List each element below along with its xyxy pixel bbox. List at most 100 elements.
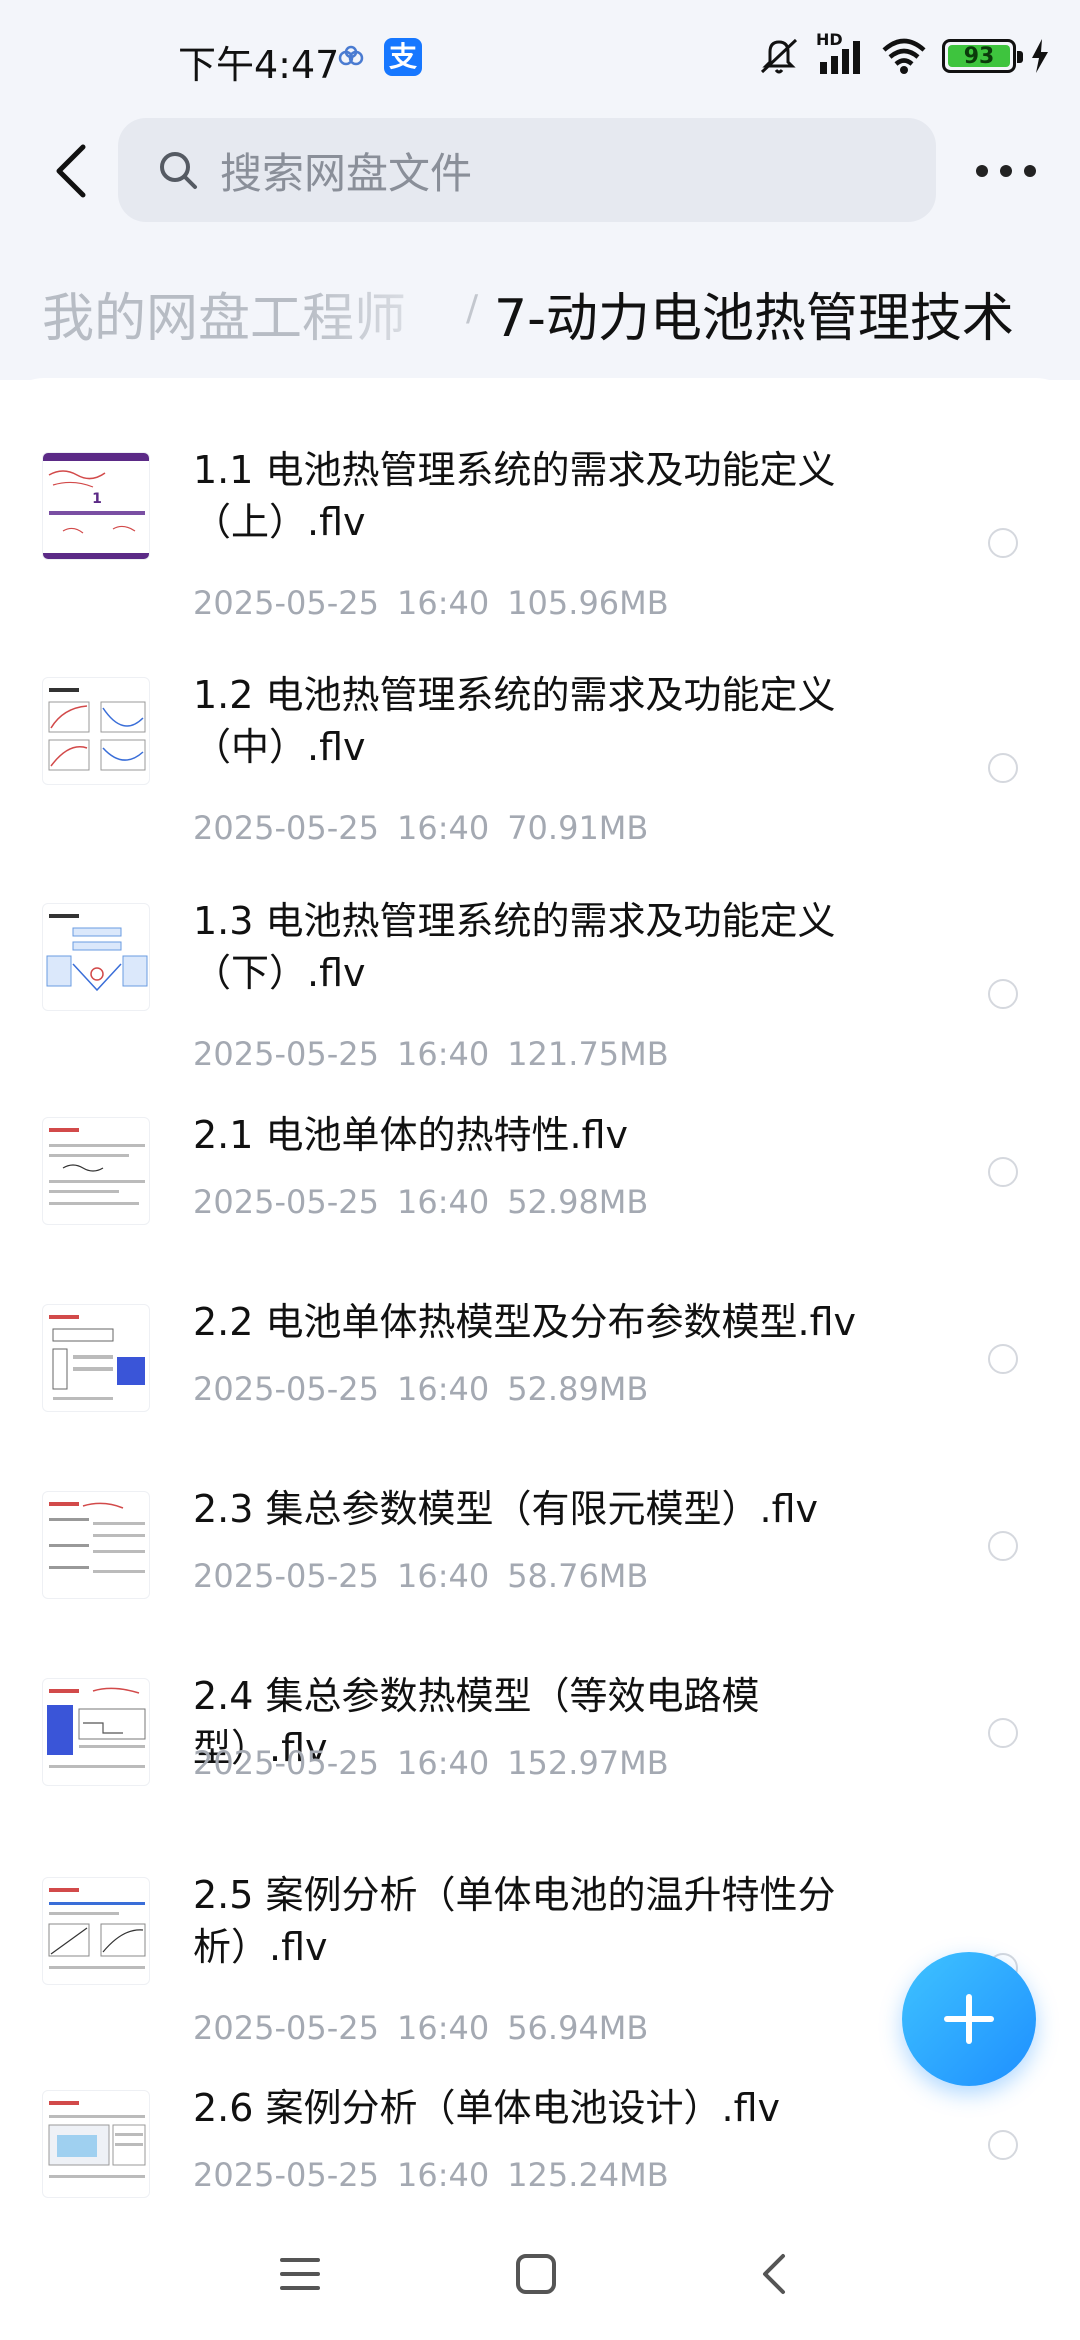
- file-name: 1.2 电池热管理系统的需求及功能定义（中）.flv: [193, 673, 836, 769]
- plus-icon: [944, 1994, 994, 2044]
- signal-icon: [820, 41, 860, 74]
- file-meta: 2025-05-25 16:40 152.97MB: [193, 1744, 687, 1782]
- search-placeholder: 搜索网盘文件: [220, 148, 473, 198]
- file-row[interactable]: 2.1 电池单体的热特性.flv 2025-05-25 16:40 52.98MB: [0, 1095, 1080, 1265]
- menu-button[interactable]: [270, 2244, 330, 2304]
- file-time: 16:40: [396, 1035, 490, 1073]
- status-time: 下午4:47: [178, 43, 340, 87]
- status-indicators: HD 93: [756, 30, 1050, 78]
- file-size: 56.94MB: [507, 2009, 649, 2047]
- mute-icon: [760, 38, 798, 74]
- file-size: 58.76MB: [507, 1557, 649, 1595]
- file-thumbnail: [42, 2090, 150, 2198]
- battery-cap: [1017, 51, 1023, 63]
- file-meta: 2025-05-25 16:40 105.96MB: [193, 584, 687, 622]
- file-time: 16:40: [396, 1183, 490, 1221]
- file-row[interactable]: 1.3 电池热管理系统的需求及功能定义（下）.flv 2025-05-25 16:…: [0, 869, 1080, 1073]
- home-button[interactable]: [506, 2244, 566, 2304]
- file-name: 2.5 案例分析（单体电池的温升特性分析）.flv: [193, 1873, 836, 1969]
- file-date: 2025-05-25: [193, 2009, 379, 2047]
- file-row[interactable]: 1 1.1 电池热管理系统的需求及功能定义（上）.flv 2025-05-25 1…: [0, 418, 1080, 622]
- file-time: 16:40: [396, 2156, 490, 2194]
- file-thumbnail: [42, 1491, 150, 1599]
- nav-back-icon: [763, 2254, 785, 2294]
- add-button[interactable]: [902, 1952, 1036, 2086]
- home-icon: [516, 2254, 556, 2294]
- file-time: 16:40: [396, 584, 490, 622]
- file-thumbnail: [42, 1117, 150, 1225]
- menu-icon: [280, 2258, 320, 2290]
- back-button[interactable]: [36, 136, 106, 206]
- select-radio[interactable]: [988, 753, 1018, 783]
- back-arrow-icon: [56, 144, 86, 198]
- file-time: 16:40: [396, 809, 490, 847]
- file-name: 2.3 集总参数模型（有限元模型）.flv: [193, 1487, 819, 1531]
- search-icon: [160, 152, 197, 189]
- file-list: 1 1.1 电池热管理系统的需求及功能定义（上）.flv 2025-05-25 1…: [0, 378, 1080, 2204]
- file-time: 16:40: [396, 2009, 490, 2047]
- file-meta: 2025-05-25 16:40 52.89MB: [193, 1370, 666, 1408]
- thumbnail-number: 1: [92, 491, 102, 507]
- file-size: 52.98MB: [507, 1183, 649, 1221]
- file-name: 1.3 电池热管理系统的需求及功能定义（下）.flv: [193, 899, 836, 995]
- breadcrumb-separator: /: [466, 288, 479, 329]
- select-radio[interactable]: [988, 1344, 1018, 1374]
- file-date: 2025-05-25: [193, 2156, 379, 2194]
- file-size: 105.96MB: [507, 584, 669, 622]
- wifi-icon: [882, 38, 926, 74]
- file-date: 2025-05-25: [193, 1370, 379, 1408]
- more-dot: [976, 165, 988, 177]
- breadcrumb-current: 7-动力电池热管理技术: [494, 289, 1014, 349]
- file-thumbnail: [42, 903, 150, 1011]
- select-radio[interactable]: [988, 1531, 1018, 1561]
- breadcrumb: 我的网盘工程师 / 7-动力电池热管理技术: [0, 262, 1080, 352]
- file-date: 2025-05-25: [193, 1744, 379, 1782]
- alipay-icon: 支: [384, 38, 422, 76]
- file-name: 2.1 电池单体的热特性.flv: [193, 1113, 629, 1157]
- file-meta: 2025-05-25 16:40 125.24MB: [193, 2156, 687, 2194]
- file-date: 2025-05-25: [193, 1183, 379, 1221]
- select-radio[interactable]: [988, 2130, 1018, 2160]
- nav-back-button[interactable]: [744, 2244, 804, 2304]
- file-size: 152.97MB: [507, 1744, 669, 1782]
- file-date: 2025-05-25: [193, 809, 379, 847]
- file-size: 70.91MB: [507, 809, 649, 847]
- charging-icon: [1032, 39, 1048, 73]
- select-radio[interactable]: [988, 1718, 1018, 1748]
- more-dot: [1000, 165, 1012, 177]
- file-thumbnail: [42, 677, 150, 785]
- file-meta: 2025-05-25 16:40 121.75MB: [193, 1035, 687, 1073]
- file-time: 16:40: [396, 1370, 490, 1408]
- battery-level: 93: [948, 44, 1010, 69]
- select-radio[interactable]: [988, 528, 1018, 558]
- file-size: 125.24MB: [507, 2156, 669, 2194]
- search-input[interactable]: 搜索网盘文件: [118, 118, 936, 222]
- file-thumbnail: [42, 1678, 150, 1786]
- breadcrumb-fade: [300, 262, 480, 352]
- cloud-sync-icon: [338, 45, 364, 66]
- file-row[interactable]: 1.2 电池热管理系统的需求及功能定义（中）.flv 2025-05-25 16:…: [0, 643, 1080, 847]
- file-row[interactable]: 2.4 集总参数热模型（等效电路模型）.flv 2025-05-25 16:40 1…: [0, 1656, 1080, 1826]
- file-time: 16:40: [396, 1744, 490, 1782]
- file-meta: 2025-05-25 16:40 58.76MB: [193, 1557, 666, 1595]
- file-thumbnail: [42, 1304, 150, 1412]
- file-size: 121.75MB: [507, 1035, 669, 1073]
- file-date: 2025-05-25: [193, 584, 379, 622]
- more-dot: [1024, 165, 1036, 177]
- file-row[interactable]: 2.3 集总参数模型（有限元模型）.flv 2025-05-25 16:40 58.…: [0, 1469, 1080, 1639]
- header: 搜索网盘文件: [0, 116, 1080, 226]
- file-name: 1.1 电池热管理系统的需求及功能定义（上）.flv: [193, 448, 836, 544]
- file-time: 16:40: [396, 1557, 490, 1595]
- page: 下午4:47 支 HD 93 搜索网盘文件 我的网盘工程师 / 7-动力电池热管…: [0, 0, 1080, 2340]
- system-nav-bar: [0, 2204, 1080, 2340]
- file-thumbnail: [42, 1877, 150, 1985]
- file-meta: 2025-05-25 16:40 56.94MB: [193, 2009, 666, 2047]
- file-meta: 2025-05-25 16:40 70.91MB: [193, 809, 666, 847]
- file-thumbnail: 1: [42, 452, 150, 560]
- more-button[interactable]: [976, 146, 1036, 196]
- file-row[interactable]: 2.2 电池单体热模型及分布参数模型.flv 2025-05-25 16:40 52…: [0, 1282, 1080, 1452]
- file-date: 2025-05-25: [193, 1557, 379, 1595]
- file-date: 2025-05-25: [193, 1035, 379, 1073]
- select-radio[interactable]: [988, 979, 1018, 1009]
- select-radio[interactable]: [988, 1157, 1018, 1187]
